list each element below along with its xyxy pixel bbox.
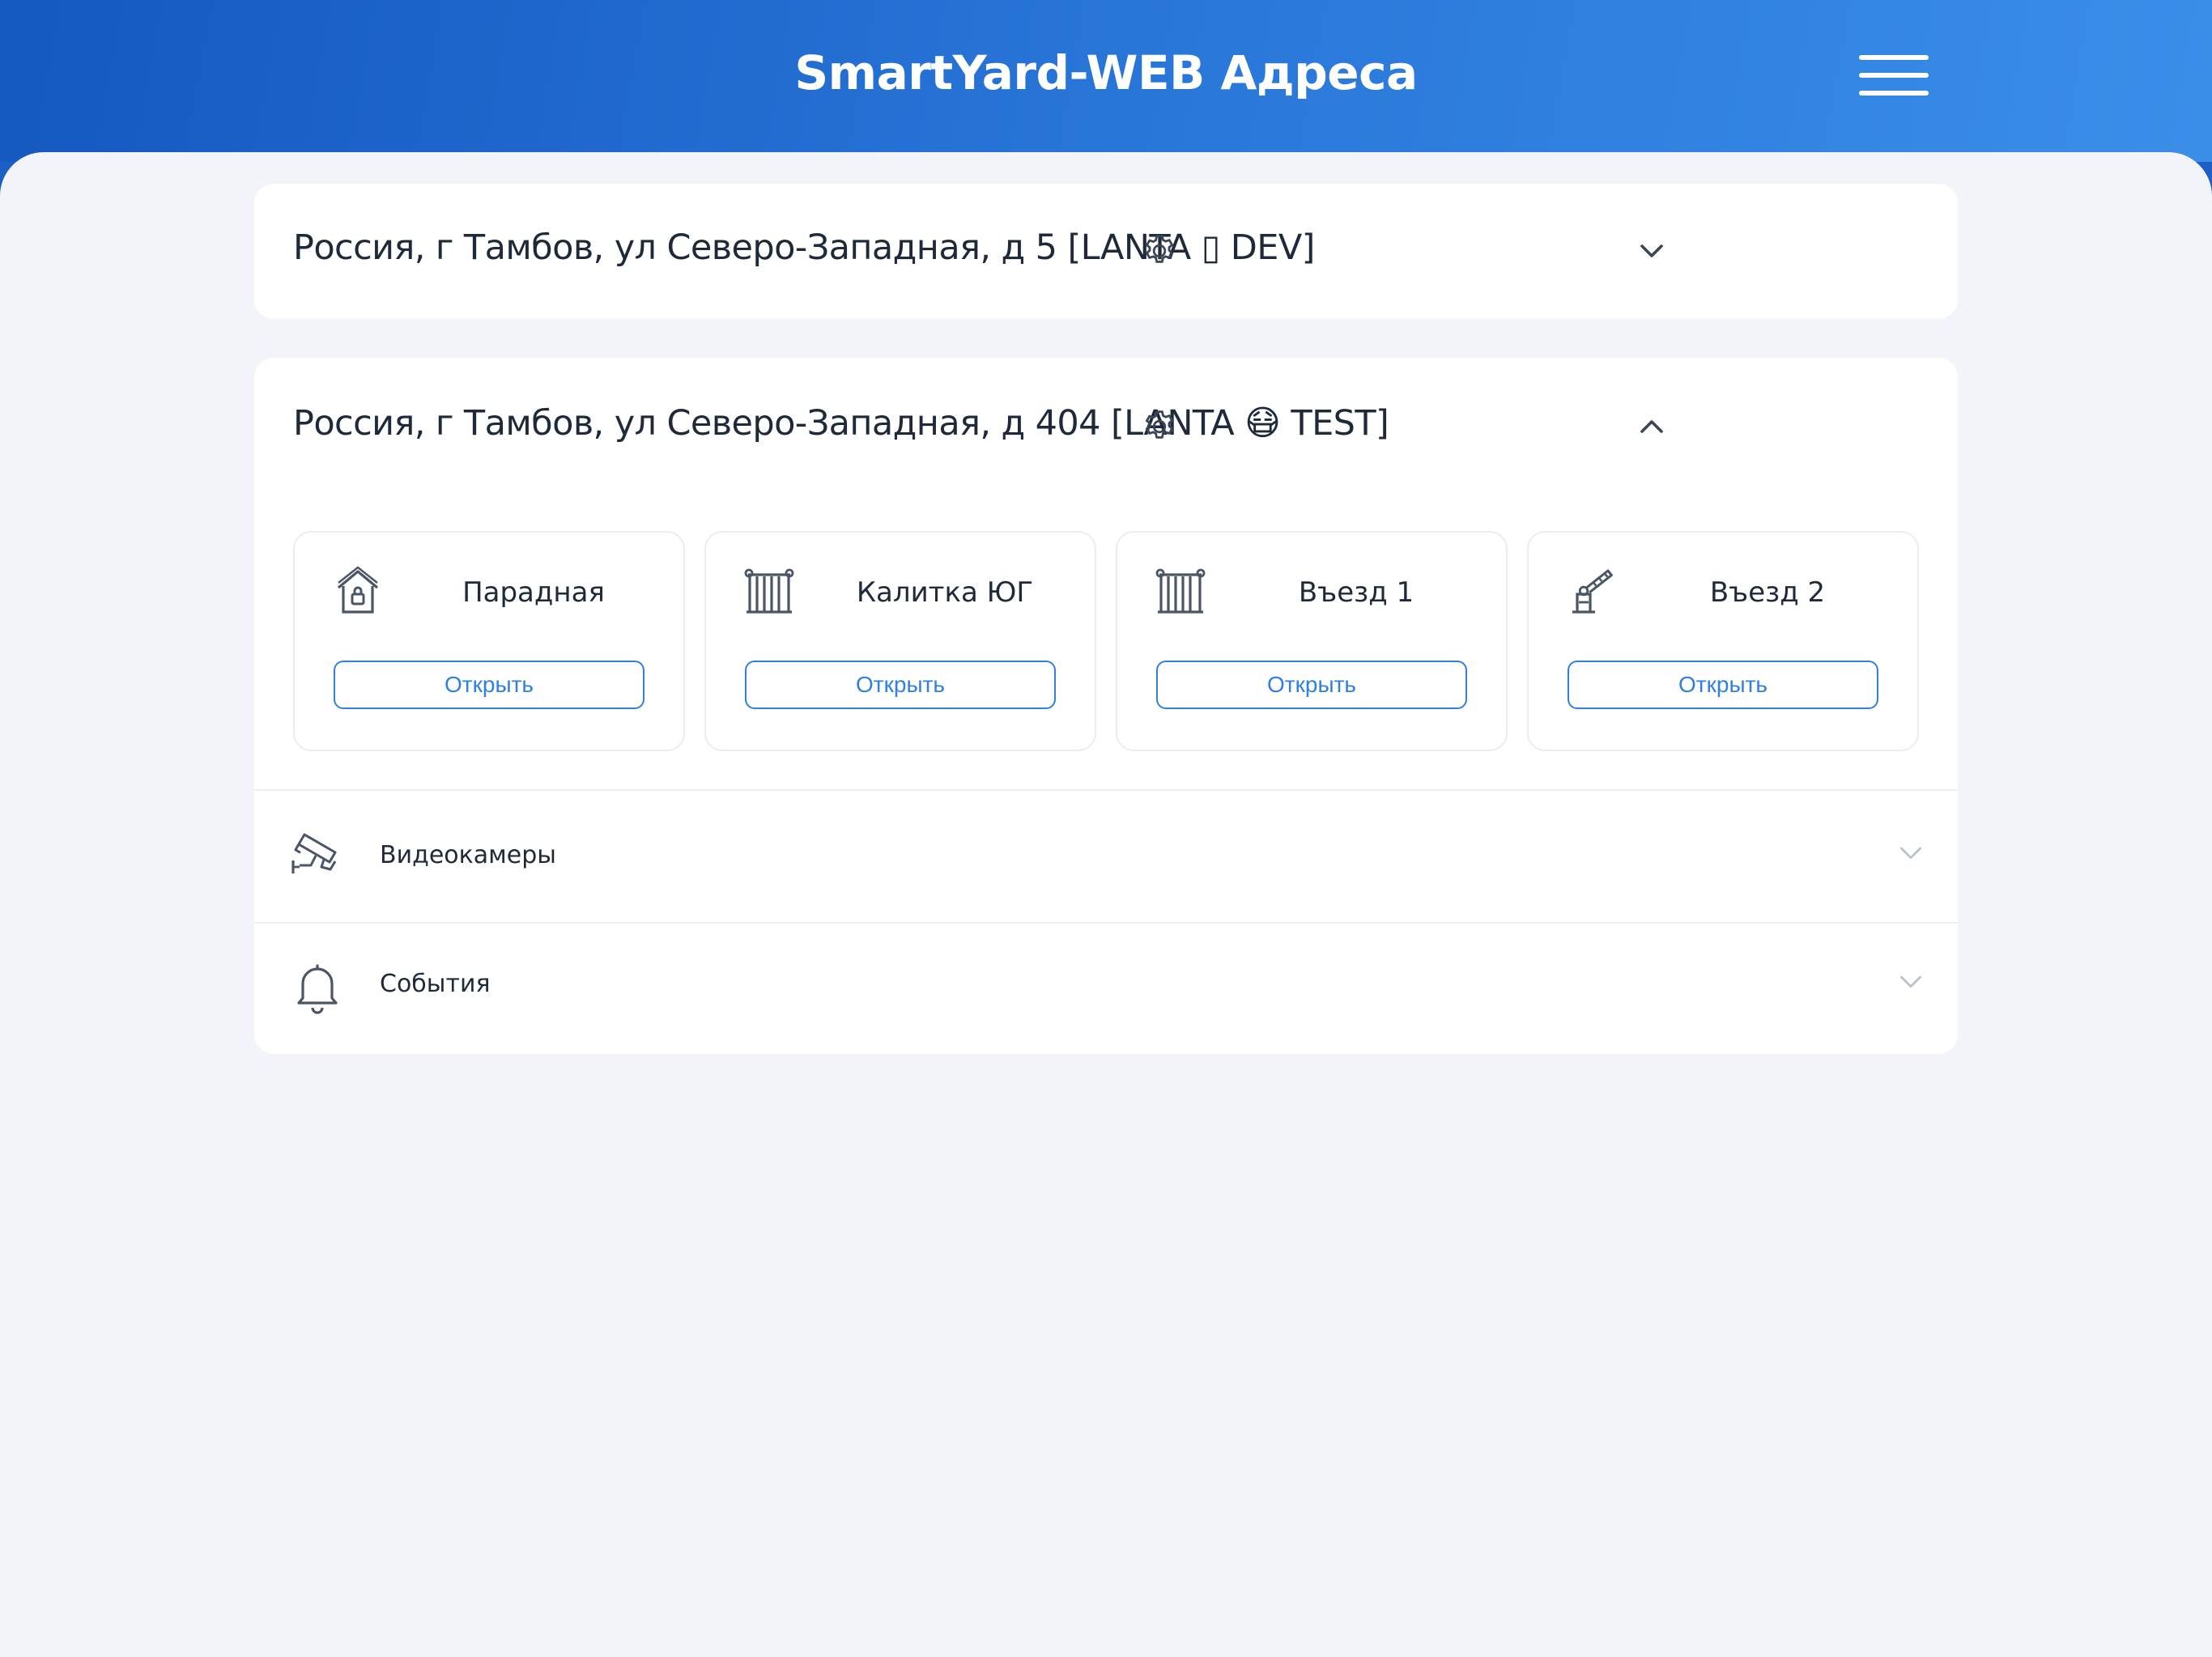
chevron-up-icon xyxy=(1640,420,1663,433)
open-door-button[interactable]: Открыть xyxy=(334,661,644,709)
door-name: Въезд 1 xyxy=(1298,576,1414,609)
chevron-down-icon[interactable] xyxy=(1895,836,1927,869)
gear-icon xyxy=(1146,410,1173,439)
entrance-house-lock-icon xyxy=(332,565,384,617)
section-label: События xyxy=(380,970,491,998)
chevron-down-icon xyxy=(1640,244,1663,257)
hamburger-menu-icon xyxy=(1859,55,1929,60)
settings-button[interactable] xyxy=(1140,407,1179,446)
gear-icon xyxy=(1146,235,1173,263)
door-card-entry-1: Въезд 1 Открыть xyxy=(1116,531,1508,751)
hamburger-menu-bar xyxy=(1859,91,1929,96)
expand-toggle-button[interactable] xyxy=(1632,232,1671,270)
collapse-toggle-button[interactable] xyxy=(1632,407,1671,446)
chevron-down-icon[interactable] xyxy=(1895,965,1927,997)
cctv-camera-icon xyxy=(290,828,345,883)
door-name: Въезд 2 xyxy=(1709,576,1826,609)
section-cameras[interactable]: Видеокамеры xyxy=(254,791,1958,920)
address-card[interactable]: Россия, г Тамбов, ул Северо-Западная, д … xyxy=(254,358,1958,1054)
address-title[interactable]: Россия, г Тамбов, ул Северо-Западная, д … xyxy=(293,403,1389,444)
bell-icon xyxy=(290,959,345,1014)
section-events[interactable]: События xyxy=(254,924,1958,1053)
gate-icon xyxy=(743,565,795,617)
open-door-button[interactable]: Открыть xyxy=(1568,661,1878,709)
hamburger-menu-button[interactable] xyxy=(1859,53,1937,99)
settings-button[interactable] xyxy=(1140,232,1179,270)
gate-icon xyxy=(1155,565,1206,617)
open-door-button[interactable]: Открыть xyxy=(745,661,1056,709)
open-door-button[interactable]: Открыть xyxy=(1156,661,1467,709)
hamburger-menu-bar xyxy=(1859,73,1929,78)
door-card-entrance: Парадная Открыть xyxy=(293,531,685,751)
door-name: Калитка ЮГ xyxy=(856,576,1034,609)
section-label: Видеокамеры xyxy=(380,841,556,869)
barrier-icon xyxy=(1566,565,1618,617)
door-card-gate-south: Калитка ЮГ Открыть xyxy=(704,531,1096,751)
door-name: Парадная xyxy=(462,576,605,609)
app-header: SmartYard-WEB Адреса xyxy=(0,0,2212,162)
door-card-entry-2: Въезд 2 Открыть xyxy=(1527,531,1919,751)
address-card[interactable]: Россия, г Тамбов, ул Северо-Западная, д … xyxy=(254,184,1958,319)
